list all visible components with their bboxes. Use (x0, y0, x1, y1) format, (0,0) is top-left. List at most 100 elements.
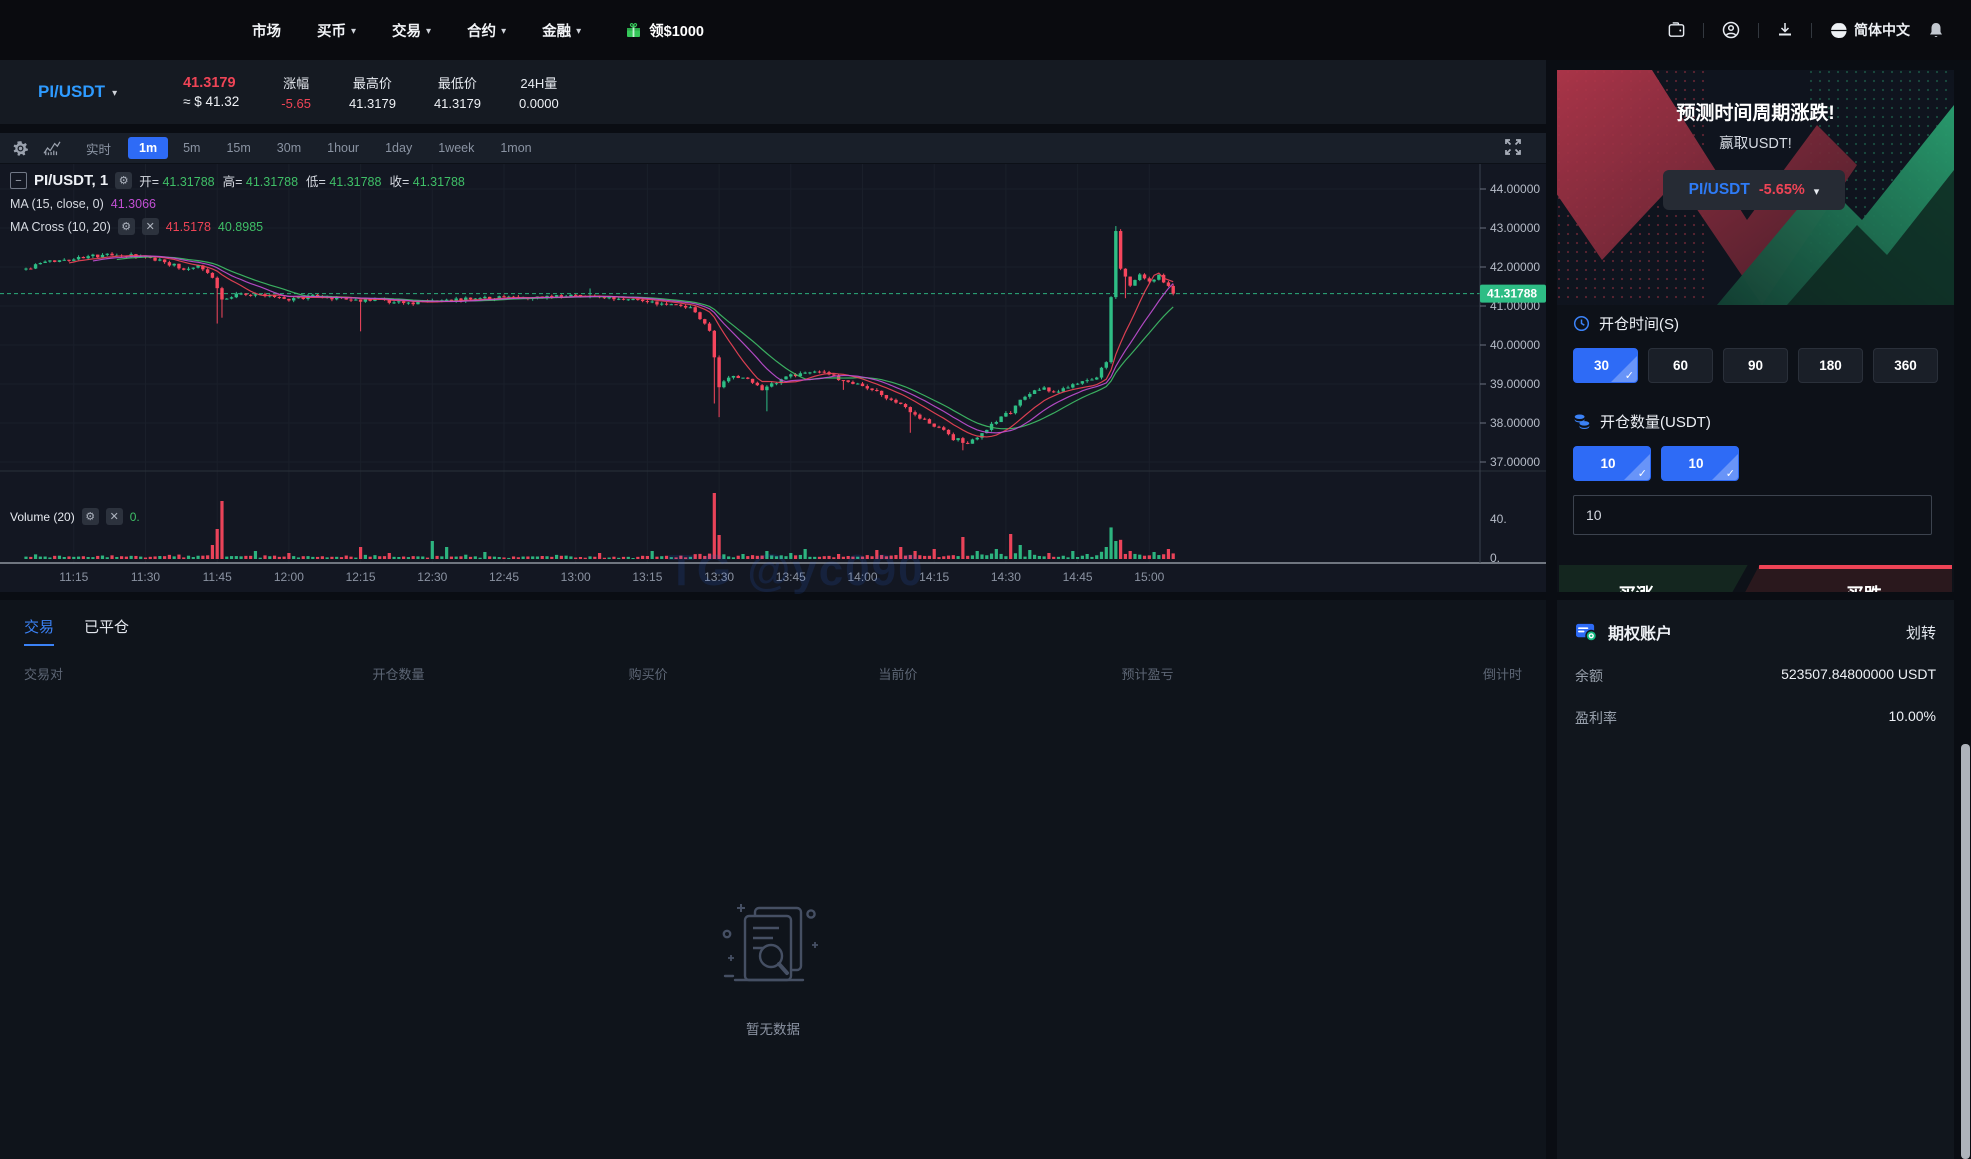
time-option-90[interactable]: 90 (1723, 348, 1788, 383)
banner-subtitle: 赢取USDT! (1557, 132, 1954, 153)
page-scrollbar[interactable] (1961, 744, 1970, 1159)
chevron-down-icon: ▾ (351, 26, 356, 37)
nav-menu: 市场买币▾交易▾合约▾金融▾ (252, 20, 581, 41)
empty-state: 暂无数据 (0, 900, 1546, 1038)
gear-icon[interactable]: ⚙ (82, 508, 99, 525)
time-option-60[interactable]: 60 (1648, 348, 1713, 383)
indicator-icon[interactable] (43, 140, 61, 156)
divider (1703, 23, 1704, 38)
user-icon[interactable] (1721, 20, 1741, 40)
amount-input[interactable] (1573, 495, 1932, 535)
bell-icon[interactable] (1927, 21, 1945, 40)
stat-label: 24H量 (520, 73, 557, 92)
ohlc-label: 低= (306, 175, 326, 189)
interval-1mon[interactable]: 1mon (489, 137, 542, 159)
nav-item-市场[interactable]: 市场 (252, 20, 281, 41)
svg-text:44.00000: 44.00000 (1490, 182, 1540, 196)
time-option-360[interactable]: 360 (1873, 348, 1938, 383)
banner-title: 预测时间周期涨跌! (1557, 98, 1954, 125)
ohlc-label: 开= (139, 175, 159, 189)
option-label: 10 (1600, 456, 1615, 471)
option-label: 90 (1748, 358, 1763, 373)
nav-item-label: 市场 (252, 20, 281, 41)
amount-option-1[interactable]: 10✓ (1661, 446, 1739, 481)
top-nav: 市场买币▾交易▾合约▾金融▾ 领$1000 (0, 0, 1971, 60)
download-icon[interactable] (1776, 21, 1794, 39)
amount-section-label: 开仓数量(USDT) (1573, 411, 1938, 432)
svg-text:40.: 40. (1490, 512, 1507, 526)
ticker-stats: 涨幅-5.65最高价41.3179最低价41.317924H量0.0000 (281, 73, 558, 111)
svg-text:43.00000: 43.00000 (1490, 221, 1540, 235)
ohlc-item: 低= 41.31788 (306, 171, 381, 190)
language-label: 简体中文 (1854, 20, 1910, 40)
interval-realtime[interactable]: 实时 (75, 135, 122, 162)
account-row: 盈利率 10.00% (1557, 708, 1954, 728)
svg-text:41.31788: 41.31788 (1487, 287, 1537, 301)
column-header: 购买价 (523, 664, 773, 683)
interval-15m[interactable]: 15m (215, 137, 261, 159)
ohlc-values: 开= 41.31788高= 41.31788低= 41.31788收= 41.3… (139, 171, 465, 190)
account-row-label: 余额 (1575, 666, 1603, 686)
ticker-stat: 涨幅-5.65 (281, 73, 311, 111)
time-option-180[interactable]: 180 (1798, 348, 1863, 383)
chart-toolbar: 实时 1m5m15m30m1hour1day1week1mon (0, 133, 1546, 164)
account-row-label: 盈利率 (1575, 708, 1617, 728)
pair-change-selector[interactable]: PI/USDT -5.65% ▾ (1663, 170, 1845, 210)
svg-text:13:00: 13:00 (561, 570, 591, 584)
interval-1m[interactable]: 1m (128, 137, 168, 159)
wallet-icon[interactable] (1667, 21, 1686, 40)
volume-legend: Volume (20) ⚙ ✕ 0. (10, 508, 140, 525)
account-title: 期权账户 (1608, 620, 1672, 644)
nav-item-交易[interactable]: 交易▾ (392, 20, 431, 41)
gear-icon[interactable]: ⚙ (118, 218, 135, 235)
interval-1day[interactable]: 1day (374, 137, 423, 159)
promo-banner: 预测时间周期涨跌! 赢取USDT! PI/USDT -5.65% ▾ (1557, 70, 1954, 305)
account-row-value: 10.00% (1889, 708, 1936, 728)
option-label: 360 (1894, 358, 1917, 373)
selector-pair: PI/USDT (1689, 181, 1750, 199)
volume-value: 0. (130, 510, 140, 524)
ohlc-value: 41.31788 (409, 175, 465, 189)
chevron-down-icon: ▾ (1814, 185, 1820, 198)
svg-text:38.00000: 38.00000 (1490, 416, 1540, 430)
nav-item-合约[interactable]: 合约▾ (467, 20, 506, 41)
nav-item-金融[interactable]: 金融▾ (542, 20, 581, 41)
collapse-icon[interactable]: − (10, 172, 27, 189)
option-label: 10 (1688, 456, 1703, 471)
tab-已平仓[interactable]: 已平仓 (84, 616, 129, 646)
gear-icon[interactable]: ⚙ (115, 172, 132, 189)
buy-down-topline (1759, 565, 1952, 569)
coins-icon (1573, 413, 1591, 430)
svg-text:39.00000: 39.00000 (1490, 377, 1540, 391)
interval-30m[interactable]: 30m (266, 137, 312, 159)
bonus-button[interactable]: 领$1000 (625, 20, 704, 41)
transfer-link[interactable]: 划转 (1906, 622, 1936, 643)
language-switcher[interactable]: 简体中文 (1829, 20, 1910, 40)
settings-icon[interactable] (12, 140, 29, 157)
stat-value: 0.0000 (519, 96, 559, 111)
interval-1hour[interactable]: 1hour (316, 137, 370, 159)
open-time-label: 开仓时间(S) (1599, 313, 1679, 334)
ma-cross-label: MA Cross (10, 20) (10, 220, 111, 234)
nav-item-买币[interactable]: 买币▾ (317, 20, 356, 41)
chart-area[interactable]: − PI/USDT, 1 ⚙ 开= 41.31788 高= 41.31788 低= … (0, 164, 1546, 593)
legend-symbol: PI/USDT, 1 (34, 172, 108, 189)
trading-app: 市场买币▾交易▾合约▾金融▾ 领$1000 (0, 0, 1971, 1159)
open-time-options: 30✓ 60 90 180 360 (1573, 348, 1938, 383)
interval-5m[interactable]: 5m (172, 137, 211, 159)
stat-label: 涨幅 (283, 73, 309, 92)
ohlc-label: 高= (223, 175, 243, 189)
chevron-down-icon: ▾ (576, 26, 581, 37)
svg-text:14:30: 14:30 (991, 570, 1021, 584)
close-icon[interactable]: ✕ (142, 218, 159, 235)
pair-selector[interactable]: PI/USDT ▾ (38, 82, 117, 102)
time-option-30[interactable]: 30✓ (1573, 348, 1638, 383)
tab-交易[interactable]: 交易 (24, 616, 54, 646)
option-label: 30 (1594, 358, 1609, 373)
interval-1week[interactable]: 1week (427, 137, 485, 159)
fullscreen-icon[interactable] (1504, 138, 1522, 161)
svg-text:37.00000: 37.00000 (1490, 455, 1540, 469)
nav-item-label: 合约 (467, 20, 496, 41)
close-icon[interactable]: ✕ (106, 508, 123, 525)
amount-option-0[interactable]: 10✓ (1573, 446, 1651, 481)
